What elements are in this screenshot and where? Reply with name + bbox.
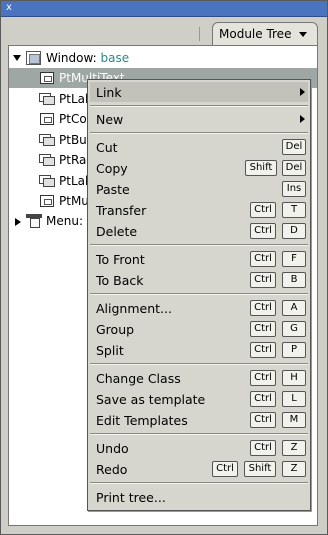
- menu-separator: [90, 244, 308, 246]
- menu-separator: [90, 363, 308, 365]
- menu-item-link[interactable]: Link: [90, 82, 308, 102]
- raw-icon: [39, 154, 55, 166]
- menu-separator: [90, 105, 308, 107]
- menu-item-alignment[interactable]: Alignment... Ctrl A: [90, 298, 308, 318]
- title-bar[interactable]: x: [1, 1, 327, 17]
- menu-item-copy[interactable]: Copy Shift Del: [90, 158, 308, 178]
- window-prefix: Window:: [46, 51, 97, 65]
- menu-item-label: Paste: [96, 182, 130, 197]
- shortcut-key: H: [282, 370, 306, 386]
- menu-separator: [90, 433, 308, 435]
- shortcut-key: Ctrl: [250, 300, 276, 316]
- menu-item-label: Print tree...: [96, 490, 166, 505]
- menu-item-split[interactable]: Split Ctrl P: [90, 340, 308, 360]
- menu-item-label: Link: [96, 85, 122, 100]
- module-tree-window: x Module Tree Window: base PtMultiText P…: [0, 0, 328, 535]
- menu-item-label: Change Class: [96, 371, 181, 386]
- shortcut-key: Ctrl: [250, 412, 276, 428]
- shortcut-key: Ctrl: [212, 461, 238, 477]
- button-icon: [39, 134, 55, 146]
- menu-item-label: Save as template: [96, 392, 206, 407]
- multitext-icon: [40, 72, 54, 84]
- menu-item-change-class[interactable]: Change Class Ctrl H: [90, 368, 308, 388]
- label-icon: [39, 93, 55, 105]
- menu-item-new[interactable]: New: [90, 109, 308, 129]
- menu-item-label: Delete: [96, 224, 138, 239]
- menu-item-cut[interactable]: Cut Del: [90, 137, 308, 157]
- shortcut-key: Del: [282, 139, 306, 155]
- menu-item-label: Group: [96, 322, 135, 337]
- tab-grip: [199, 27, 209, 41]
- menu-item-label: Transfer: [96, 203, 147, 218]
- expand-down-icon[interactable]: [13, 55, 21, 61]
- menu-icon: [26, 214, 42, 228]
- tree-node-window[interactable]: Window: base: [9, 48, 317, 68]
- shortcut-key: Ctrl: [250, 321, 276, 337]
- shortcut-key: F: [282, 251, 306, 267]
- shortcut-key: B: [282, 272, 306, 288]
- submenu-arrow-icon: [300, 88, 305, 96]
- shortcut-key: Ctrl: [250, 251, 276, 267]
- menu-separator: [90, 482, 308, 484]
- menu-item-label: Redo: [96, 462, 128, 477]
- tab-label: Module Tree: [219, 27, 292, 41]
- shortcut-key: Ctrl: [250, 272, 276, 288]
- shortcut-key: Ctrl: [250, 391, 276, 407]
- shortcut-key: Ctrl: [250, 202, 276, 218]
- menu-separator: [90, 132, 308, 134]
- submenu-arrow-icon: [300, 115, 305, 123]
- tree-label-window: Window: base: [46, 51, 129, 65]
- colorsel-icon: [40, 113, 54, 125]
- menu-item-group[interactable]: Group Ctrl G: [90, 319, 308, 339]
- shortcut-key: T: [282, 202, 306, 218]
- shortcut-key: Ctrl: [250, 440, 276, 456]
- close-icon[interactable]: x: [3, 2, 15, 14]
- menu-item-edit-templates[interactable]: Edit Templates Ctrl M: [90, 410, 308, 430]
- menu-item-label: New: [96, 112, 124, 127]
- shortcut-key: Ctrl: [250, 223, 276, 239]
- shortcut-key: A: [282, 300, 306, 316]
- window-name: base: [100, 51, 130, 65]
- menu-item-undo[interactable]: Undo Ctrl Z: [90, 438, 308, 458]
- menu-item-print-tree[interactable]: Print tree...: [90, 487, 308, 507]
- menu-item-label: To Front: [96, 252, 145, 267]
- menu-item-label: Alignment...: [96, 301, 172, 316]
- menu-item-to-front[interactable]: To Front Ctrl F: [90, 249, 308, 269]
- menu-separator: [90, 293, 308, 295]
- shortcut-key: Ctrl: [250, 342, 276, 358]
- menu-item-label: Cut: [96, 140, 118, 155]
- tab-module-tree[interactable]: Module Tree: [212, 22, 318, 45]
- menu-item-label: Edit Templates: [96, 413, 188, 428]
- shortcut-key: D: [282, 223, 306, 239]
- tree-label-menu: Menu:: [46, 214, 83, 228]
- shortcut-key: P: [282, 342, 306, 358]
- menu-item-label: Split: [96, 343, 124, 358]
- shortcut-key: Del: [282, 160, 306, 176]
- menu-item-transfer[interactable]: Transfer Ctrl T: [90, 200, 308, 220]
- window-icon: [26, 51, 41, 65]
- shortcut-key: Ins: [282, 181, 306, 197]
- context-menu: Link New Cut Del Copy Shift Del Paste In…: [87, 79, 311, 511]
- menu-item-label: Copy: [96, 161, 128, 176]
- shortcut-key: Z: [282, 440, 306, 456]
- menu-item-to-back[interactable]: To Back Ctrl B: [90, 270, 308, 290]
- menu-item-label: Undo: [96, 441, 129, 456]
- shortcut-key: G: [282, 321, 306, 337]
- chevron-down-icon[interactable]: [299, 32, 307, 37]
- shortcut-key: Shift: [245, 160, 277, 176]
- menu-prefix: Menu:: [46, 214, 83, 228]
- menu-item-save-as-template[interactable]: Save as template Ctrl L: [90, 389, 308, 409]
- label-icon: [39, 175, 55, 187]
- shortcut-key: M: [282, 412, 306, 428]
- expand-right-icon[interactable]: [15, 218, 21, 226]
- menu-item-label: To Back: [96, 273, 144, 288]
- menu-item-redo[interactable]: Redo Ctrl Shift Z: [90, 459, 308, 479]
- menu-item-paste[interactable]: Paste Ins: [90, 179, 308, 199]
- shortcut-key: L: [282, 391, 306, 407]
- menu-item-delete[interactable]: Delete Ctrl D: [90, 221, 308, 241]
- multitext-icon: [40, 195, 54, 207]
- shortcut-key: Ctrl: [250, 370, 276, 386]
- shortcut-key: Shift: [244, 461, 276, 477]
- shortcut-key: Z: [282, 461, 306, 477]
